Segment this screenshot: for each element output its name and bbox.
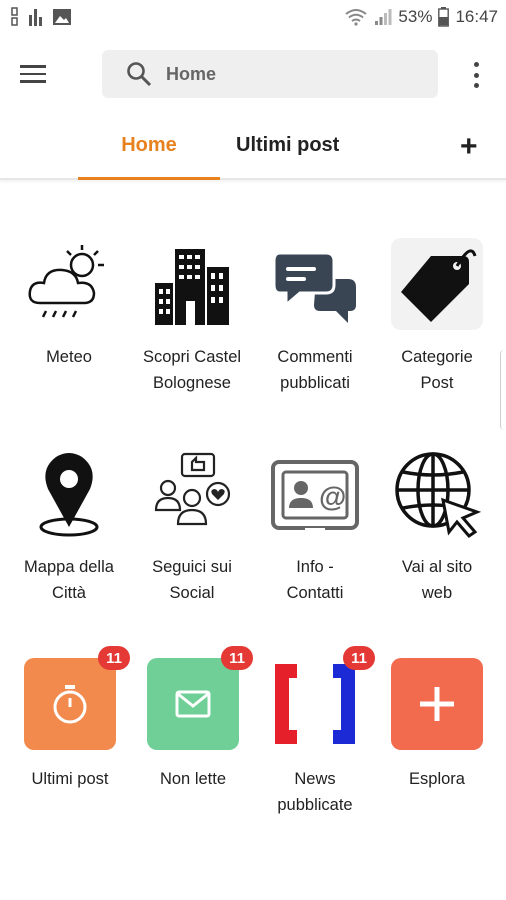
label-esplora: Esplora (409, 770, 465, 788)
search-icon (127, 62, 152, 87)
label-mappa: Mappa della Città (24, 558, 114, 602)
label-meteo: Meteo (46, 348, 92, 366)
unread-badge: 11 (343, 646, 375, 670)
more-vert-icon (473, 83, 479, 88)
chart-notification-icon (29, 9, 42, 26)
grid-item-mappa[interactable]: Mappa della Città (8, 446, 130, 606)
status-bar: 53% 16:47 (0, 0, 506, 34)
brackets-icon (275, 664, 355, 744)
social-people-icon (144, 446, 240, 542)
grid-item-commenti[interactable]: Commenti pubblicati (254, 236, 376, 396)
city-buildings-icon (144, 236, 240, 332)
tab-bar: Home Ultimi post + (0, 120, 506, 180)
menu-icon-line (20, 72, 46, 75)
grid-item-info[interactable]: @ Info - Contatti (254, 446, 376, 606)
label-vai: Vai al sito web (401, 558, 473, 602)
map-pin-icon (21, 446, 117, 542)
grid-item-seguici[interactable]: Seguici sui Social (131, 446, 253, 606)
status-notifications (10, 6, 72, 28)
grid-item-vai[interactable]: Vai al sito web (376, 446, 498, 606)
stopwatch-tile: 11 (24, 646, 130, 750)
label-commenti: Commenti pubblicati (277, 348, 353, 392)
svg-text:@: @ (319, 481, 346, 512)
wifi-icon (345, 9, 368, 26)
tile-esplora[interactable]: Esplora (376, 658, 498, 792)
signal-icon (375, 9, 392, 25)
envelope-tile: 11 (147, 646, 253, 750)
contact-card-icon: @ (267, 446, 363, 542)
grid-item-meteo[interactable]: Meteo (8, 236, 130, 370)
battery-percent: 53% (398, 7, 433, 26)
menu-icon-line (20, 80, 46, 83)
more-vert-icon (473, 72, 479, 78)
label-seguici: Seguici sui Social (152, 558, 232, 602)
globe-cursor-icon (389, 446, 485, 542)
tile-ultimi-post[interactable]: 11 Ultimi post (9, 646, 131, 792)
label-news: News pubblicate (277, 770, 353, 814)
notification-icon (11, 7, 18, 26)
grid-item-categorie[interactable]: Categorie Post (376, 236, 498, 396)
plus-icon (420, 687, 454, 721)
status-system: 53% 16:47 (344, 7, 498, 27)
grid-item-scopri[interactable]: Scopri Castel Bolognese (131, 236, 253, 396)
image-notification-icon (53, 9, 71, 25)
weather-icon (21, 236, 117, 332)
search-input[interactable] (166, 63, 426, 85)
tile-non-lette[interactable]: 11 Non lette (132, 646, 254, 792)
more-vert-icon (473, 62, 479, 67)
tab-home[interactable]: Home (78, 134, 220, 180)
label-scopri: Scopri Castel Bolognese (142, 348, 242, 392)
battery-icon (438, 7, 450, 27)
label-info: Info - Contatti (286, 558, 344, 602)
menu-icon-line (20, 65, 46, 68)
edge-panel-handle[interactable] (500, 350, 506, 430)
clock: 16:47 (455, 7, 498, 26)
tile-news[interactable]: 11 News pubblicate (254, 646, 376, 818)
menu-button[interactable] (20, 60, 60, 90)
tag-icon (389, 236, 485, 332)
label-categorie: Categorie Post (401, 348, 473, 392)
label-ultimi-post: Ultimi post (31, 770, 109, 788)
unread-badge: 11 (221, 646, 253, 670)
add-tab-button[interactable]: + (460, 130, 478, 164)
search-bar[interactable] (102, 50, 438, 98)
tab-ultimi-post[interactable]: Ultimi post (236, 134, 339, 157)
more-options-button[interactable] (466, 58, 486, 92)
envelope-icon (175, 690, 211, 718)
plus-tile (391, 658, 483, 750)
label-non-lette: Non lette (159, 770, 227, 788)
brackets-tile: 11 (269, 646, 375, 750)
unread-badge: 11 (98, 646, 130, 670)
app-bar (0, 44, 506, 104)
stopwatch-icon (53, 685, 87, 724)
chat-bubbles-icon (267, 236, 363, 332)
